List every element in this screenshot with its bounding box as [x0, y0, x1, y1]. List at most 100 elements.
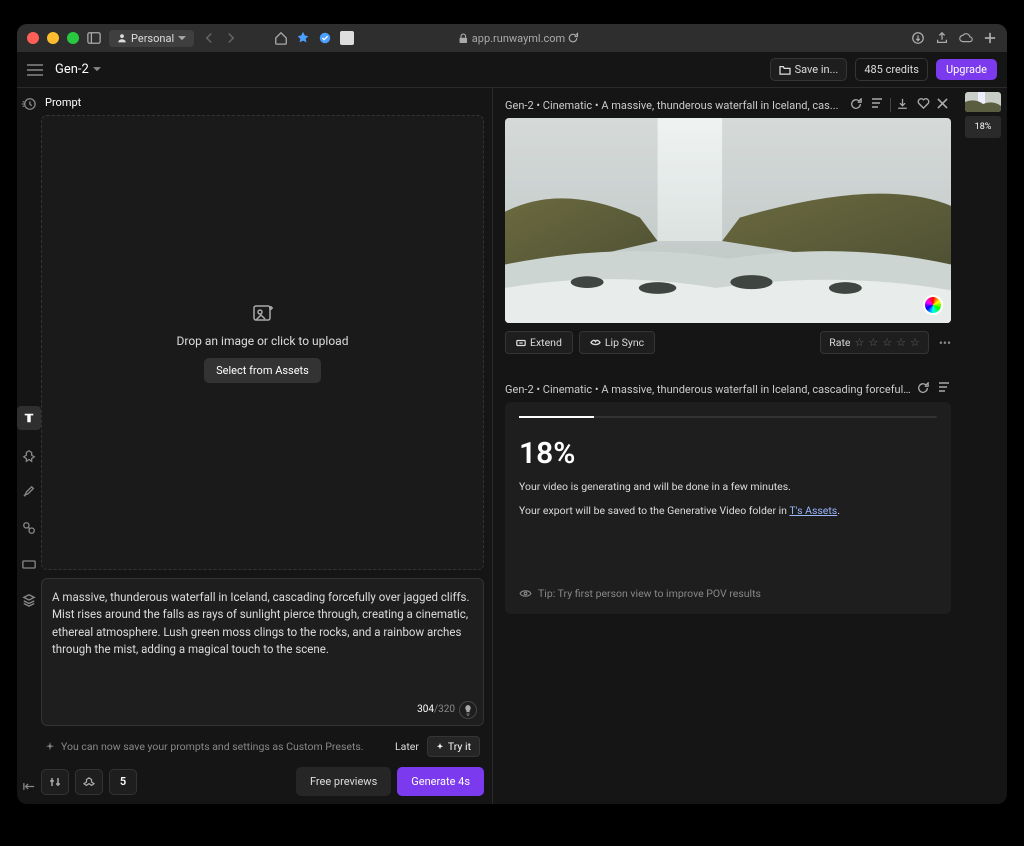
generation-progress-card: 18% Your video is generating and will be… [505, 402, 951, 614]
progress-message-1: Your video is generating and will be don… [519, 479, 937, 495]
eye-icon [519, 589, 532, 598]
result-actions: Extend Lip Sync Rate ☆ ☆ ☆ ☆ ☆ ••• [505, 323, 951, 362]
suggest-prompt-icon[interactable] [459, 701, 477, 719]
lipsync-label: Lip Sync [605, 336, 644, 349]
titlebar: Personal app.runwayml.com [17, 24, 1007, 52]
lipsync-button[interactable]: Lip Sync [579, 331, 655, 354]
prompt-char-max: /320 [434, 704, 455, 715]
prompt-pane: Prompt Drop an image or click to upload … [41, 88, 493, 804]
app-window: Personal app.runwayml.com [17, 24, 1007, 804]
close-window-icon[interactable] [27, 32, 39, 44]
nav-forward-icon[interactable] [224, 31, 238, 45]
star-icon[interactable]: ☆ [896, 336, 906, 349]
results-pane: Gen-2 • Cinematic • A massive, thunderou… [493, 88, 959, 804]
new-tab-icon[interactable] [983, 31, 997, 45]
extend-icon [516, 338, 526, 348]
download-icon[interactable] [911, 31, 925, 45]
layers-tool-icon[interactable] [19, 590, 39, 610]
video-preview[interactable] [505, 118, 951, 323]
thumbnail-1[interactable] [965, 92, 1001, 112]
star-icon[interactable]: ☆ [882, 336, 892, 349]
settings-list-icon[interactable] [870, 98, 884, 112]
url-bar[interactable]: app.runwayml.com [459, 32, 565, 45]
preset-tip-bar: You can now save your prompts and settin… [41, 734, 484, 759]
free-previews-button[interactable]: Free previews [296, 767, 391, 796]
upgrade-button[interactable]: Upgrade [936, 59, 997, 80]
more-actions-icon[interactable]: ••• [939, 336, 951, 350]
image-tool-icon[interactable] [19, 446, 39, 466]
app-icon[interactable] [340, 31, 354, 45]
rate-label: Rate [829, 336, 850, 349]
link-tool-icon[interactable] [19, 518, 39, 538]
sidebar-toggle-icon[interactable] [87, 31, 101, 45]
select-from-assets-button[interactable]: Select from Assets [204, 358, 321, 383]
sparkle-icon [45, 742, 55, 752]
thumbnail-rail: 1 2 18% [959, 88, 1007, 804]
cloud-icon[interactable] [959, 31, 973, 45]
minimize-window-icon[interactable] [47, 32, 59, 44]
settings-icon-button[interactable] [41, 769, 69, 795]
model-selector[interactable]: Gen-2 [55, 62, 101, 77]
upload-image-icon [252, 302, 274, 324]
reload-icon[interactable] [566, 31, 580, 45]
progress-tip: Tip: Try first person view to improve PO… [519, 587, 937, 600]
dropzone-text: Drop an image or click to upload [177, 334, 349, 348]
workspace-selector[interactable]: Personal [109, 30, 194, 47]
assets-folder-link[interactable]: T's Assets [789, 504, 837, 517]
lips-icon [590, 338, 601, 347]
history-icon[interactable] [19, 94, 39, 114]
motion-icon-button[interactable] [75, 769, 103, 795]
folder-icon [779, 65, 791, 75]
traffic-lights [27, 32, 79, 44]
main-layout: Prompt Drop an image or click to upload … [17, 88, 1007, 804]
chevron-down-icon [178, 36, 186, 41]
model-label: Gen-2 [55, 62, 89, 77]
progress-percent: 18% [519, 436, 937, 471]
nav-back-icon[interactable] [202, 31, 216, 45]
close-result-icon[interactable] [937, 98, 951, 112]
collapse-rail-icon[interactable] [19, 776, 39, 796]
later-button[interactable]: Later [395, 740, 419, 753]
prompt-char-count: 304 [417, 704, 434, 715]
prompt-section-label: Prompt [41, 88, 484, 115]
menu-icon[interactable] [27, 64, 43, 76]
save-label: Save in... [795, 63, 839, 76]
image-dropzone[interactable]: Drop an image or click to upload Select … [41, 115, 484, 570]
text-tool-icon[interactable] [17, 406, 41, 430]
try-it-button[interactable]: Try it [427, 736, 480, 757]
brush-tool-icon[interactable] [19, 482, 39, 502]
color-picker-icon[interactable] [923, 295, 943, 315]
fullscreen-window-icon[interactable] [67, 32, 79, 44]
seed-value-button[interactable]: 5 [109, 769, 137, 795]
thumbnail-2-wrap[interactable]: 2 18% [963, 116, 1003, 138]
progress-fill [519, 416, 594, 418]
generate-button[interactable]: Generate 4s [397, 767, 484, 796]
share-icon[interactable] [935, 31, 949, 45]
star-icon[interactable]: ☆ [854, 336, 864, 349]
star-icon[interactable]: ☆ [868, 336, 878, 349]
thumbnail-1-wrap[interactable]: 1 [963, 92, 1003, 112]
prompt-textarea[interactable]: A massive, thunderous waterfall in Icela… [41, 578, 484, 726]
save-button[interactable]: Save in... [770, 58, 848, 81]
generate-bar: 5 Free previews Generate 4s [41, 767, 484, 796]
credits-badge[interactable]: 485 credits [855, 58, 928, 81]
star-icon[interactable]: ☆ [910, 336, 920, 349]
regenerate-icon[interactable] [850, 98, 864, 112]
regenerate-icon[interactable] [917, 382, 931, 396]
sparkle-icon [436, 743, 444, 751]
extension-icon[interactable] [296, 31, 310, 45]
thumbnail-2[interactable]: 18% [965, 116, 1001, 138]
app-topbar: Gen-2 Save in... 485 credits Upgrade [17, 52, 1007, 88]
extend-button[interactable]: Extend [505, 331, 573, 354]
try-it-label: Try it [448, 740, 471, 753]
shield-icon[interactable] [318, 31, 332, 45]
progress-message-2: Your export will be saved to the Generat… [519, 503, 937, 519]
progress-tip-text: Tip: Try first person view to improve PO… [538, 587, 761, 600]
aspect-tool-icon[interactable] [19, 554, 39, 574]
download-result-icon[interactable] [897, 98, 911, 112]
home-icon[interactable] [274, 31, 288, 45]
workspace-label: Personal [131, 32, 174, 45]
rate-control[interactable]: Rate ☆ ☆ ☆ ☆ ☆ [820, 331, 929, 354]
settings-list-icon[interactable] [937, 382, 951, 396]
favorite-icon[interactable] [917, 98, 931, 112]
